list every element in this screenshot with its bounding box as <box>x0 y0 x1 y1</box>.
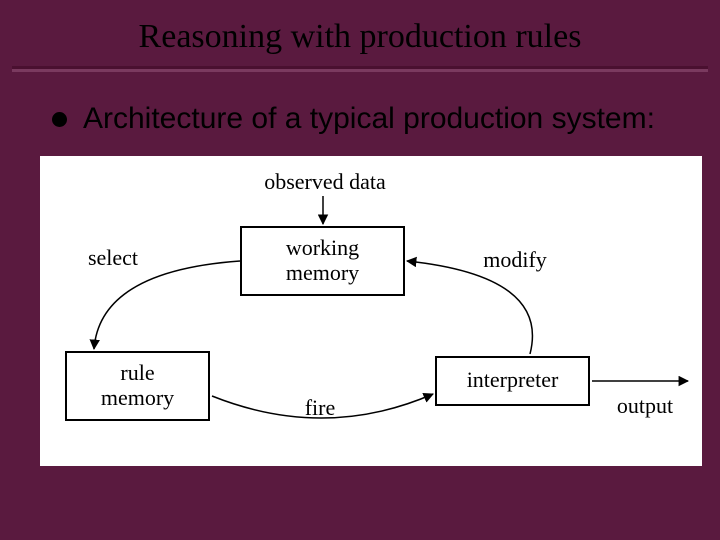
modify-label: modify <box>475 248 555 272</box>
fire-label: fire <box>290 396 350 420</box>
diagram-panel: observed data working memory select modi… <box>40 156 702 466</box>
observed-data-label: observed data <box>235 170 415 194</box>
bullet-icon <box>52 112 67 127</box>
output-label: output <box>610 394 680 418</box>
subtitle-row: Architecture of a typical production sys… <box>0 72 720 156</box>
slide-title: Reasoning with production rules <box>0 0 720 66</box>
select-label: select <box>78 246 148 270</box>
subtitle-text: Architecture of a typical production sys… <box>83 100 655 138</box>
interpreter-box: interpreter <box>435 356 590 406</box>
rule-memory-box: rule memory <box>65 351 210 421</box>
working-memory-box: working memory <box>240 226 405 296</box>
